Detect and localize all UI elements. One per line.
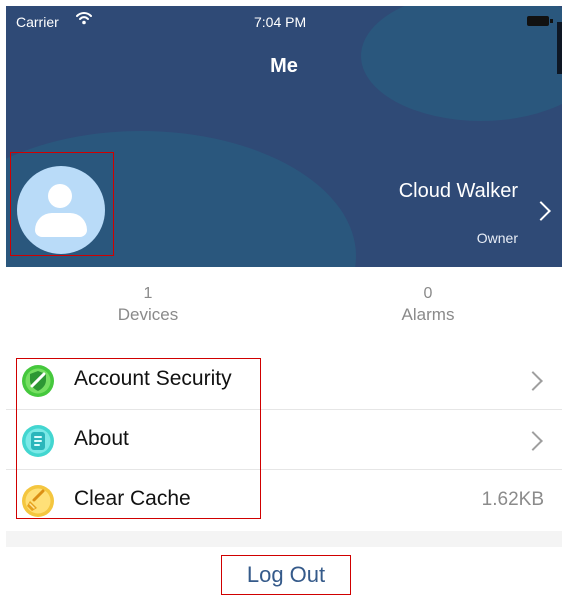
chevron-right-icon[interactable] <box>531 201 551 221</box>
alarms-label: Alarms <box>401 305 455 324</box>
profile-role: Owner <box>476 230 518 246</box>
menu-highlight-box <box>16 358 261 519</box>
carrier-label: Carrier <box>16 14 59 30</box>
profile-name[interactable]: Cloud Walker <box>336 180 518 203</box>
chevron-right-icon <box>523 431 543 451</box>
status-bar: Carrier 7:04 PM <box>6 6 562 36</box>
page-title: Me <box>270 55 298 77</box>
alarms-count: 0 <box>423 285 433 302</box>
me-screen: Carrier 7:04 PM Me Cloud Walker Owner 1 … <box>0 0 566 596</box>
section-divider <box>6 531 562 547</box>
status-time: 7:04 PM <box>254 14 307 30</box>
battery-icon <box>527 16 549 26</box>
person-icon <box>48 184 72 208</box>
cache-size-value: 1.62KB <box>481 489 544 510</box>
stats-row: 1 Devices 0 Alarms <box>6 267 562 347</box>
logout-button[interactable]: Log Out <box>221 555 351 595</box>
person-icon <box>35 213 87 237</box>
devices-stat[interactable]: 1 Devices <box>78 285 218 327</box>
alarms-stat[interactable]: 0 Alarms <box>358 285 498 327</box>
battery-tip-icon <box>550 19 553 23</box>
devices-count: 1 <box>143 285 153 302</box>
chevron-right-icon <box>523 371 543 391</box>
avatar[interactable] <box>17 166 105 254</box>
devices-label: Devices <box>117 305 179 324</box>
wifi-icon <box>76 11 92 27</box>
